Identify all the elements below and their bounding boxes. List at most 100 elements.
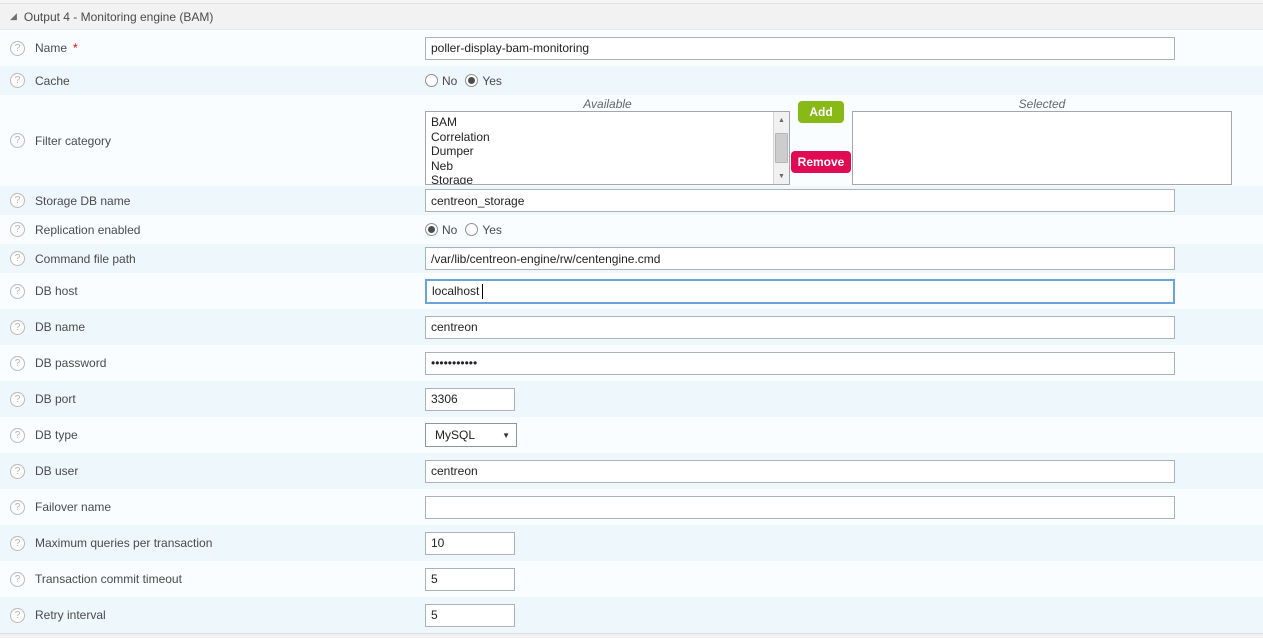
field-label-cache: Cache bbox=[35, 74, 70, 88]
row-label: ? DB user bbox=[0, 453, 425, 489]
selected-column: Selected bbox=[852, 97, 1232, 185]
replication-radio-no[interactable] bbox=[425, 223, 438, 236]
row-field: No Yes bbox=[425, 215, 1263, 244]
field-label-db-port: DB port bbox=[35, 392, 76, 406]
row-label: ? Maximum queries per transaction bbox=[0, 525, 425, 561]
commit-timeout-input[interactable] bbox=[425, 568, 515, 591]
help-icon[interactable]: ? bbox=[10, 251, 25, 266]
db-name-input[interactable] bbox=[425, 316, 1175, 339]
help-icon[interactable]: ? bbox=[10, 133, 25, 148]
form-row-name: ? Name * bbox=[0, 30, 1263, 66]
list-option-correlation[interactable]: Correlation bbox=[431, 130, 773, 145]
list-option-neb[interactable]: Neb bbox=[431, 159, 773, 174]
available-column: Available BAM Correlation Dumper Neb Sto… bbox=[425, 97, 790, 185]
form-row-db-port: ? DB port bbox=[0, 381, 1263, 417]
field-label-filter-category: Filter category bbox=[35, 134, 111, 148]
row-label: ? DB password bbox=[0, 345, 425, 381]
list-option-storage[interactable]: Storage bbox=[431, 173, 773, 184]
db-type-selected-value: MySQL bbox=[435, 428, 475, 442]
help-icon[interactable]: ? bbox=[10, 284, 25, 299]
replication-radio-yes-label[interactable]: Yes bbox=[482, 223, 502, 237]
scroll-down-icon[interactable]: ▼ bbox=[774, 168, 789, 184]
row-label: ? Transaction commit timeout bbox=[0, 561, 425, 597]
name-input[interactable] bbox=[425, 37, 1175, 60]
selected-listbox[interactable] bbox=[852, 111, 1232, 185]
help-icon[interactable]: ? bbox=[10, 500, 25, 515]
form-row-failover-name: ? Failover name bbox=[0, 489, 1263, 525]
form-row-db-password: ? DB password bbox=[0, 345, 1263, 381]
row-field bbox=[425, 30, 1263, 66]
failover-name-input[interactable] bbox=[425, 496, 1175, 519]
form-row-db-name: ? DB name bbox=[0, 309, 1263, 345]
row-label: ? Retry interval bbox=[0, 597, 425, 633]
row-label: ? Command file path bbox=[0, 244, 425, 273]
help-icon[interactable]: ? bbox=[10, 73, 25, 88]
form-row-db-type: ? DB type MySQL ▼ bbox=[0, 417, 1263, 453]
storage-db-name-input[interactable] bbox=[425, 189, 1175, 212]
add-button[interactable]: Add bbox=[798, 101, 843, 123]
cache-radio-no-label[interactable]: No bbox=[442, 74, 457, 88]
remove-button[interactable]: Remove bbox=[791, 151, 852, 173]
retry-interval-input[interactable] bbox=[425, 604, 515, 627]
db-user-input[interactable] bbox=[425, 460, 1175, 483]
scroll-up-icon[interactable]: ▲ bbox=[774, 112, 789, 128]
field-label-db-user: DB user bbox=[35, 464, 78, 478]
db-port-input[interactable] bbox=[425, 388, 515, 411]
row-field bbox=[425, 309, 1263, 345]
cache-radio-yes-label[interactable]: Yes bbox=[482, 74, 502, 88]
cache-radio-no[interactable] bbox=[425, 74, 438, 87]
row-field bbox=[425, 525, 1263, 561]
help-icon[interactable]: ? bbox=[10, 41, 25, 56]
scrollbar-thumb[interactable] bbox=[775, 133, 788, 163]
form-row-retry-interval: ? Retry interval bbox=[0, 597, 1263, 633]
field-label-max-queries: Maximum queries per transaction bbox=[35, 536, 212, 550]
field-label-replication: Replication enabled bbox=[35, 223, 140, 237]
max-queries-input[interactable] bbox=[425, 532, 515, 555]
available-listbox[interactable]: BAM Correlation Dumper Neb Storage ▲ ▼ bbox=[425, 111, 790, 185]
field-label-failover-name: Failover name bbox=[35, 500, 111, 514]
form-row-db-host: ? DB host bbox=[0, 273, 1263, 309]
form-row-replication: ? Replication enabled No Yes bbox=[0, 215, 1263, 244]
help-icon[interactable]: ? bbox=[10, 356, 25, 371]
help-icon[interactable]: ? bbox=[10, 392, 25, 407]
next-section-strip bbox=[0, 633, 1263, 638]
field-label-commit-timeout: Transaction commit timeout bbox=[35, 572, 182, 586]
collapse-toggle-icon[interactable]: ◢ bbox=[10, 12, 17, 21]
section-title: Output 4 - Monitoring engine (BAM) bbox=[24, 10, 213, 24]
row-label: ? Cache bbox=[0, 66, 425, 95]
command-file-path-input[interactable] bbox=[425, 247, 1175, 270]
help-icon[interactable]: ? bbox=[10, 428, 25, 443]
list-option-bam[interactable]: BAM bbox=[431, 115, 773, 130]
row-label: ? DB port bbox=[0, 381, 425, 417]
cache-radio-yes[interactable] bbox=[465, 74, 478, 87]
section-header[interactable]: ◢ Output 4 - Monitoring engine (BAM) bbox=[0, 4, 1263, 30]
help-icon[interactable]: ? bbox=[10, 536, 25, 551]
help-icon[interactable]: ? bbox=[10, 193, 25, 208]
db-host-input[interactable] bbox=[425, 279, 1175, 304]
help-icon[interactable]: ? bbox=[10, 608, 25, 623]
cache-radio-group: No Yes bbox=[425, 74, 510, 88]
help-icon[interactable]: ? bbox=[10, 572, 25, 587]
replication-radio-no-label[interactable]: No bbox=[442, 223, 457, 237]
row-field bbox=[425, 186, 1263, 215]
help-icon[interactable]: ? bbox=[10, 320, 25, 335]
db-password-input[interactable] bbox=[425, 352, 1175, 375]
field-label-storage-db-name: Storage DB name bbox=[35, 194, 130, 208]
form-row-cache: ? Cache No Yes bbox=[0, 66, 1263, 95]
row-field: Available BAM Correlation Dumper Neb Sto… bbox=[425, 95, 1263, 186]
field-label-name: Name bbox=[35, 41, 67, 55]
text-caret bbox=[482, 284, 483, 299]
help-icon[interactable]: ? bbox=[10, 222, 25, 237]
chevron-down-icon: ▼ bbox=[502, 431, 510, 440]
row-label: ? DB type bbox=[0, 417, 425, 453]
db-type-select[interactable]: MySQL ▼ bbox=[425, 423, 517, 447]
list-option-dumper[interactable]: Dumper bbox=[431, 144, 773, 159]
help-icon[interactable]: ? bbox=[10, 464, 25, 479]
available-list-scrollbar[interactable]: ▲ ▼ bbox=[773, 112, 789, 184]
db-host-input-wrapper bbox=[425, 279, 1175, 304]
row-field bbox=[425, 273, 1263, 309]
scrollbar-track[interactable] bbox=[774, 128, 789, 168]
row-label: ? DB host bbox=[0, 273, 425, 309]
replication-radio-yes[interactable] bbox=[465, 223, 478, 236]
available-caption: Available bbox=[425, 97, 790, 111]
